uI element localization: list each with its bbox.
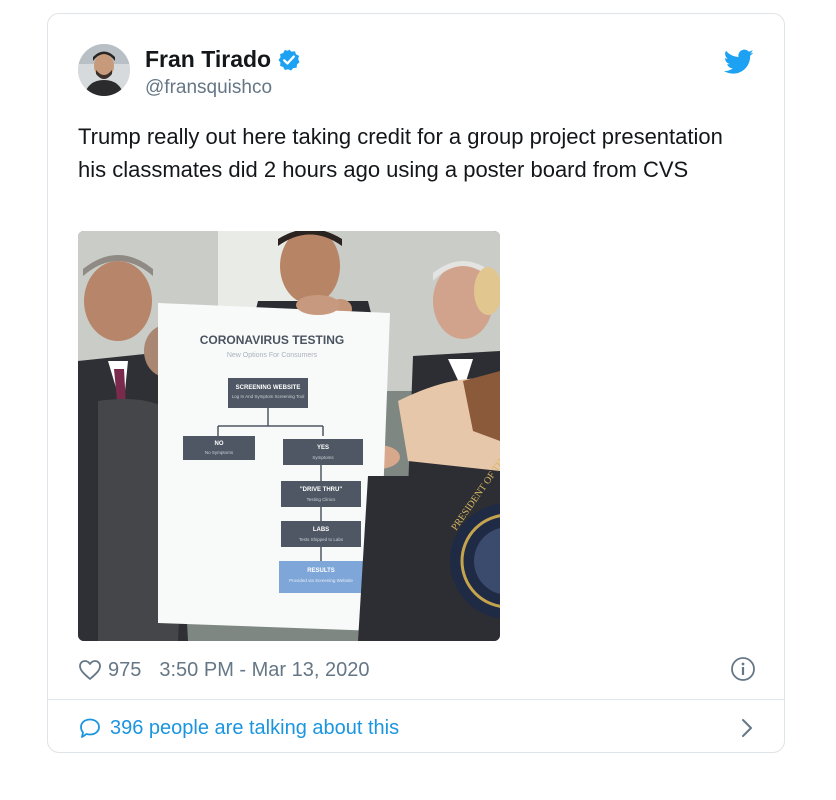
twitter-bird-icon[interactable] <box>724 49 754 75</box>
tweet-media-image[interactable]: CORONAVIRUS TESTING New Options For Cons… <box>78 231 500 641</box>
box-screening-label: SCREENING WEBSITE <box>236 385 301 391</box>
box-labs-sub: Tests Shipped to Labs <box>299 537 344 542</box>
box-no-label: NO <box>215 441 224 447</box>
poster-title: CORONAVIRUS TESTING <box>200 333 344 347</box>
box-labs-label: LABS <box>313 527 329 533</box>
box-drive-label: "DRIVE THRU" <box>300 487 343 493</box>
box-yes-label: YES <box>317 445 329 451</box>
verified-badge-icon <box>277 48 301 72</box>
info-icon[interactable] <box>730 656 756 682</box>
speech-bubble-icon <box>78 717 102 739</box>
author-handle[interactable]: @fransquishco <box>145 77 272 99</box>
poster-subtitle: New Options For Consumers <box>227 352 318 359</box>
box-results-sub: Provided via Screening Website <box>289 578 353 583</box>
card-divider <box>48 699 784 700</box>
box-screening-sub: Log In And Symptom Screening Tool <box>232 394 305 399</box>
heart-icon[interactable] <box>78 659 102 681</box>
tweet-meta-row: 975 3:50 PM - Mar 13, 2020 <box>78 656 756 684</box>
box-yes-sub: Symptoms <box>312 455 334 460</box>
box-results-label: RESULTS <box>307 568 335 574</box>
author-name-row[interactable]: Fran Tirado <box>145 46 301 73</box>
tweet-card: Fran Tirado @fransquishco Trump really o… <box>47 13 785 753</box>
box-drive-sub: Testing Clinics <box>307 497 337 502</box>
conversation-link[interactable]: 396 people are talking about this <box>78 714 756 742</box>
chevron-right-icon[interactable] <box>738 717 756 739</box>
tweet-timestamp[interactable]: 3:50 PM - Mar 13, 2020 <box>159 659 369 682</box>
tweet-text: Trump really out here taking credit for … <box>78 124 723 182</box>
like-count[interactable]: 975 <box>108 659 141 682</box>
conversation-count-text[interactable]: 396 people are talking about this <box>110 717 399 740</box>
author-name[interactable]: Fran Tirado <box>145 46 271 73</box>
author-avatar[interactable] <box>78 44 130 96</box>
box-no-sub: No Symptoms <box>205 450 234 455</box>
